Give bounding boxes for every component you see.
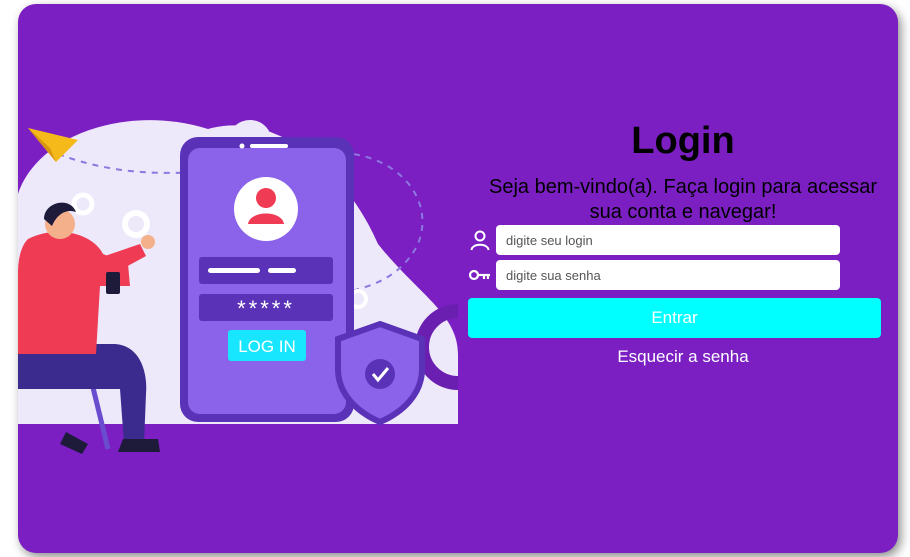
welcome-message: Seja bem-vindo(a). Faça login para acess… — [489, 176, 877, 223]
forgot-password-link[interactable]: Esquecir a senha — [468, 347, 898, 367]
phone-graphic: ***** LOG IN — [180, 137, 354, 422]
enter-button[interactable]: Entrar — [468, 298, 881, 338]
user-icon — [470, 230, 490, 251]
login-illustration: ***** LOG IN — [18, 120, 458, 454]
login-field-row — [468, 225, 848, 255]
login-form: Login Seja bem-vindo(a). Faça login para… — [468, 4, 888, 553]
login-card: ***** LOG IN Login Seja bem-vindo(a). Fa… — [18, 4, 898, 553]
phone-password-mask: ***** — [237, 296, 295, 321]
key-icon — [468, 269, 490, 281]
login-input[interactable] — [496, 225, 840, 255]
password-input[interactable] — [496, 260, 840, 290]
page-title: Login — [631, 120, 735, 162]
password-field-row — [468, 260, 848, 290]
phone-login-label: LOG IN — [238, 337, 296, 356]
